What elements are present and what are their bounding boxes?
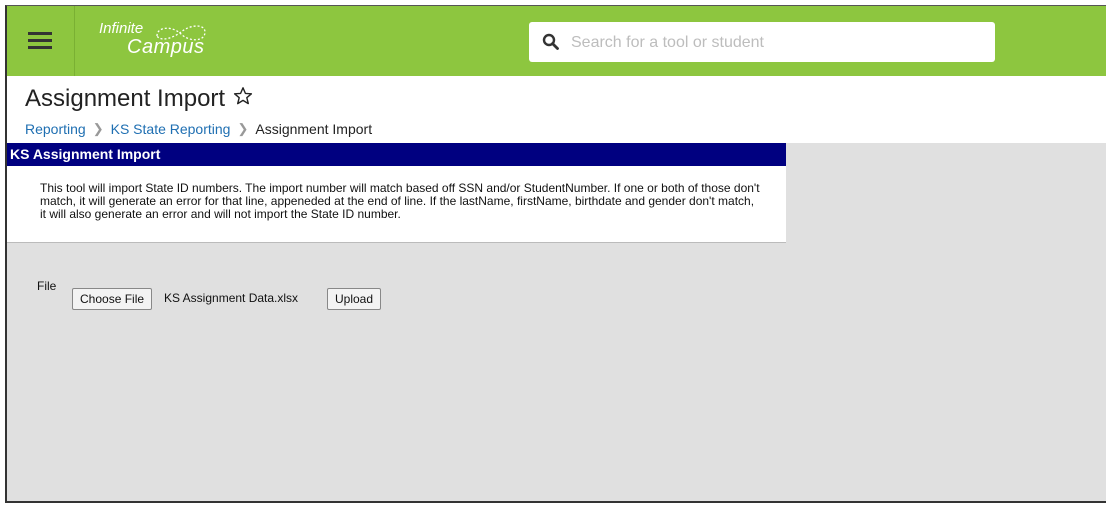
chevron-right-icon: ❯ [92, 121, 104, 136]
breadcrumb-link-reporting[interactable]: Reporting [25, 121, 86, 137]
search-icon [542, 33, 559, 50]
search-box[interactable] [529, 22, 995, 62]
upload-button[interactable]: Upload [327, 288, 382, 310]
breadcrumb: Reporting ❯ KS State Reporting ❯ Assignm… [25, 121, 372, 137]
chevron-right-icon: ❯ [237, 121, 249, 136]
file-label: File [37, 279, 57, 293]
app-window: Infinite Campus Assignment Import Repor [5, 5, 1106, 503]
top-bar: Infinite Campus [7, 6, 1106, 76]
choose-file-button[interactable]: Choose File [72, 288, 153, 310]
breadcrumb-current: Assignment Import [255, 121, 373, 137]
panel-description-box: This tool will import State ID numbers. … [7, 166, 786, 243]
page-title: Assignment Import [25, 85, 226, 112]
selected-file-name: KS Assignment Data.xlsx [164, 291, 299, 305]
menu-icon-bar [28, 46, 52, 49]
menu-button[interactable] [7, 6, 75, 76]
search-input[interactable] [569, 30, 973, 56]
infinite-campus-logo[interactable]: Infinite Campus [99, 20, 209, 64]
page-title-row: Assignment Import [25, 85, 253, 113]
panel-title: KS Assignment Import [7, 143, 786, 166]
page-header: Assignment Import Reporting ❯ KS State R… [7, 76, 1106, 143]
menu-icon-bar [28, 39, 52, 42]
menu-icon-bar [28, 32, 52, 35]
logo-infinity-icon [156, 25, 206, 41]
logo-text-line1: Infinite [99, 20, 144, 37]
star-icon[interactable] [233, 85, 253, 113]
breadcrumb-link-ks-state-reporting[interactable]: KS State Reporting [111, 121, 231, 137]
panel-description: This tool will import State ID numbers. … [40, 181, 760, 221]
